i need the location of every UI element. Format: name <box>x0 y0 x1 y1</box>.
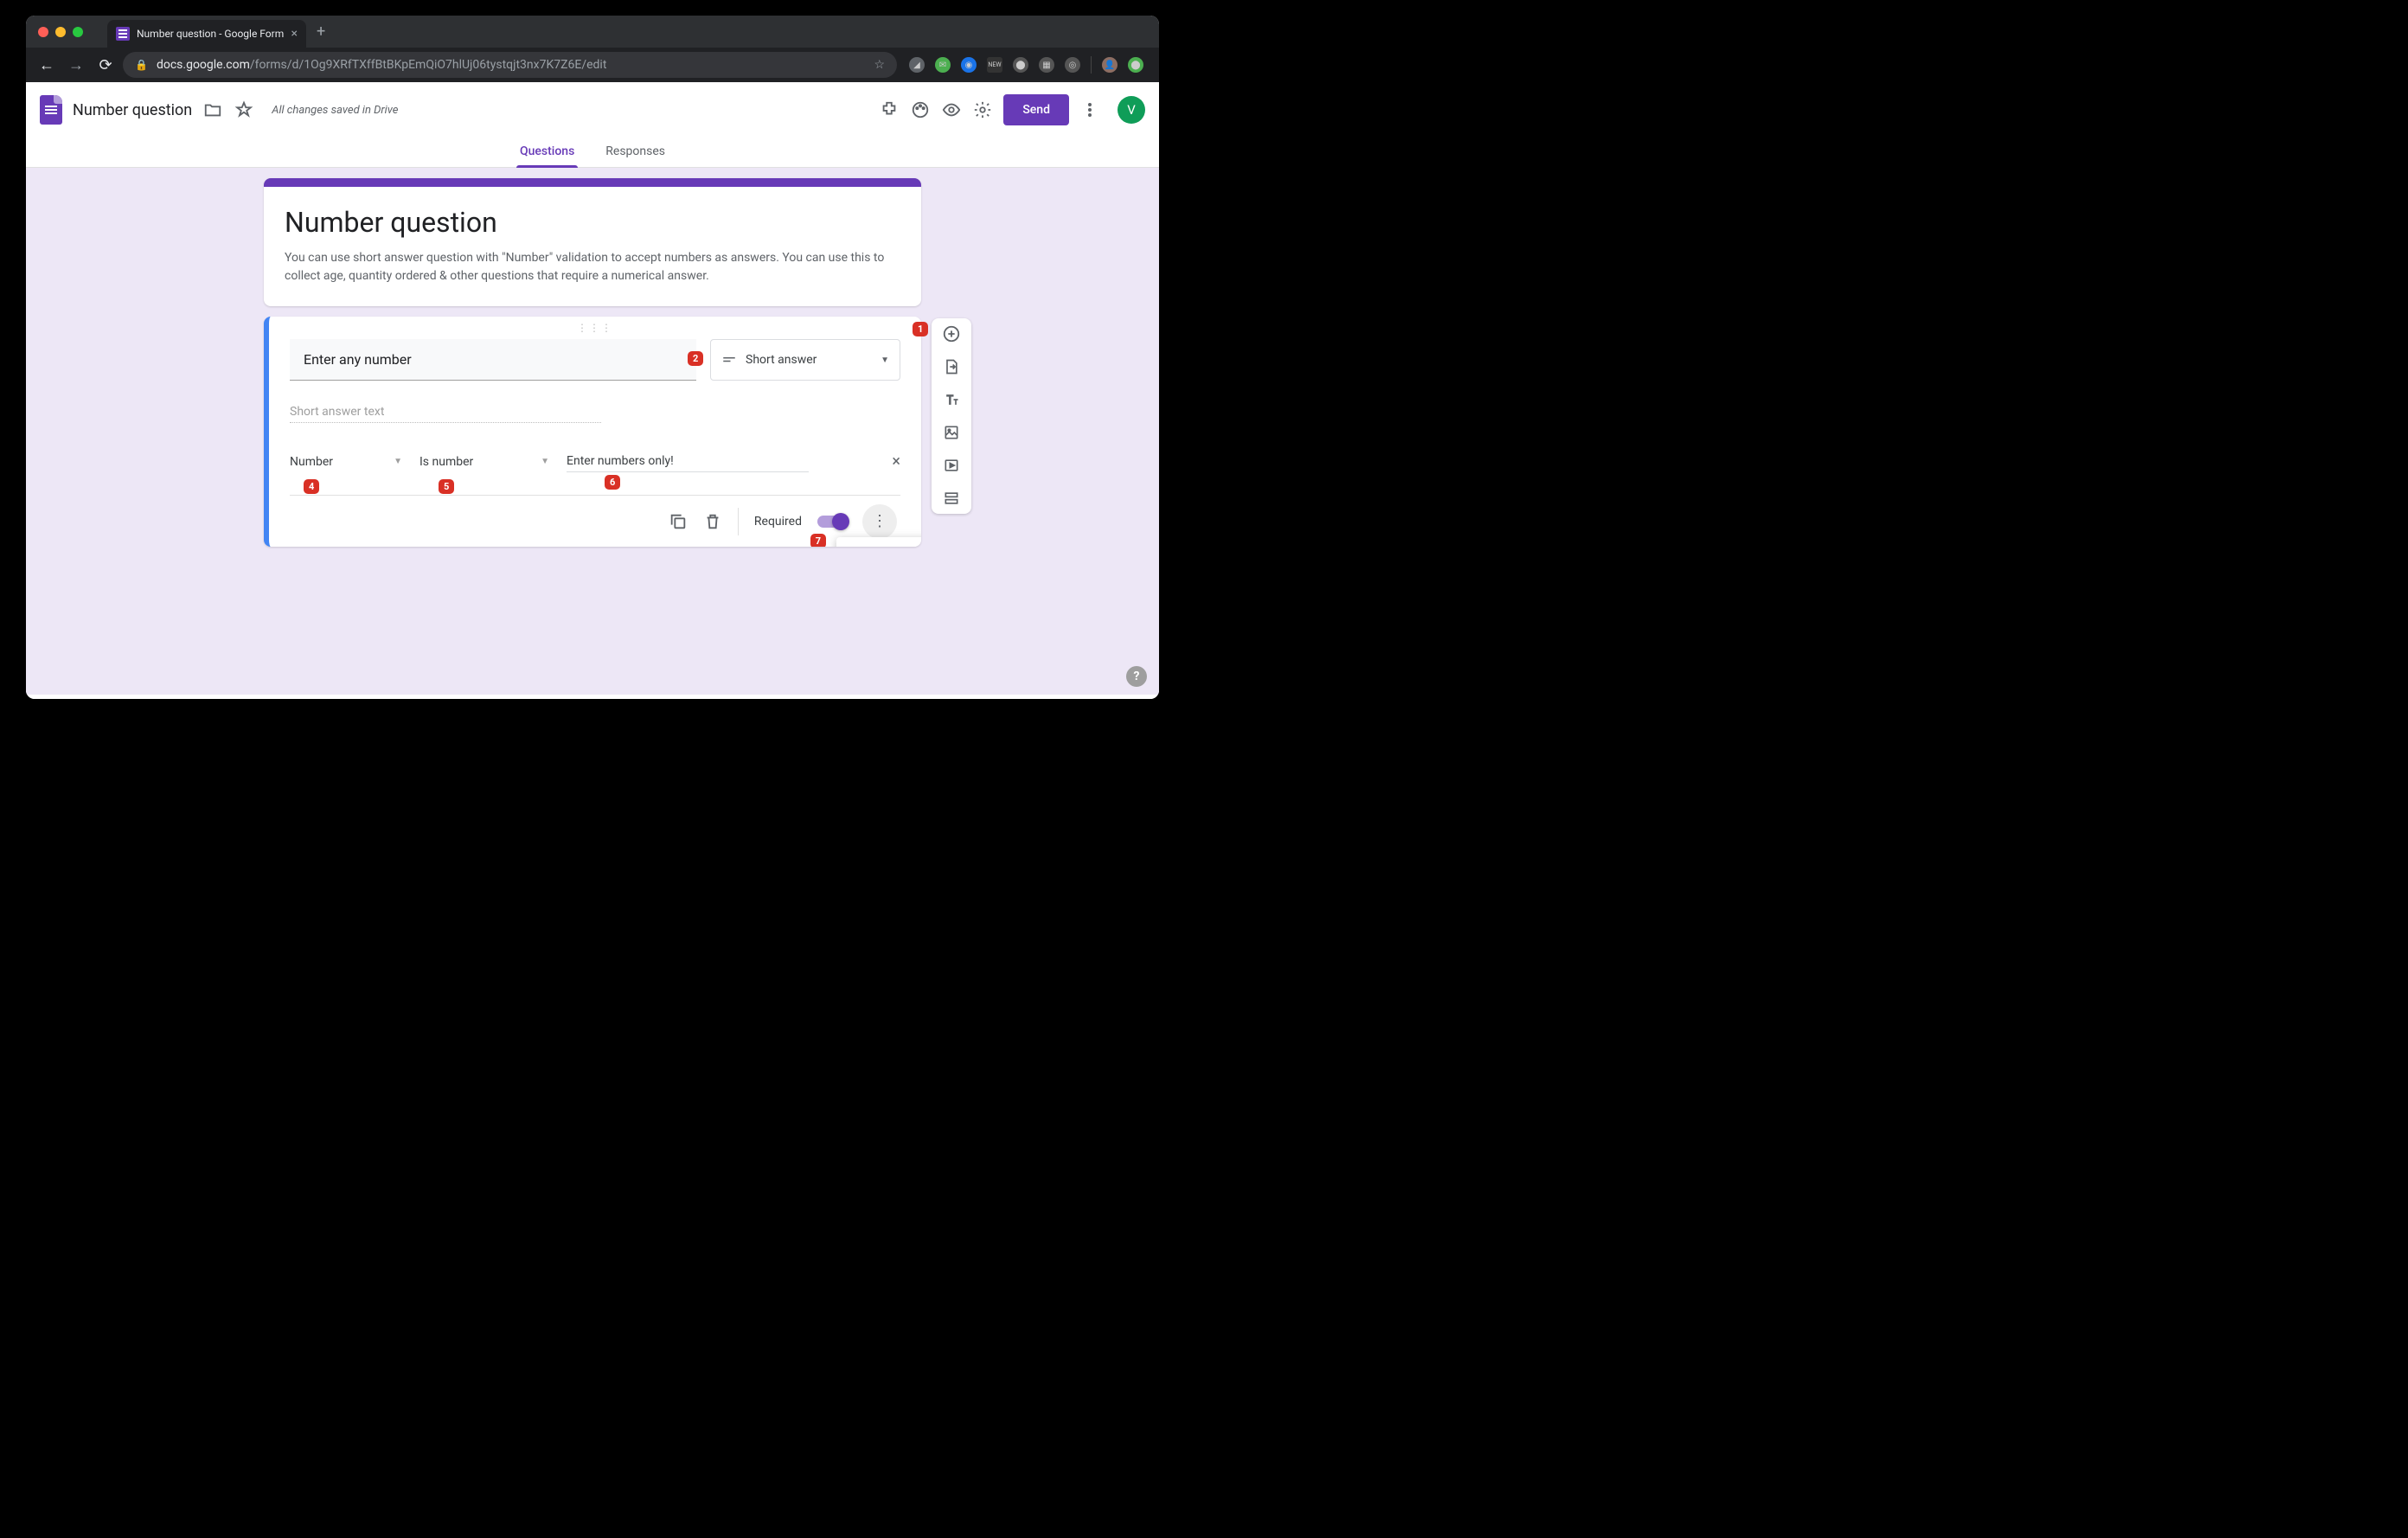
window-minimize-dot[interactable] <box>55 27 66 37</box>
extension-icon[interactable]: ▦ <box>1039 57 1054 73</box>
popup-section-header: Show <box>836 544 921 548</box>
validation-error-input[interactable] <box>567 451 809 472</box>
annotation-badge-4: 4 <box>304 479 319 494</box>
delete-trash-icon[interactable] <box>703 512 722 531</box>
window-titlebar: Number question - Google Form × + <box>26 16 1159 48</box>
add-video-icon[interactable] <box>941 455 962 476</box>
settings-gear-icon[interactable] <box>972 99 993 120</box>
extension-icon[interactable]: ◉ <box>961 57 977 73</box>
annotation-badge-2: 2 <box>688 351 703 366</box>
back-button[interactable]: ← <box>35 56 59 74</box>
form-description[interactable]: You can use short answer question with "… <box>285 249 900 285</box>
validation-rule-select[interactable]: Is number ▼ <box>419 455 549 469</box>
validation-rule-label: Is number <box>419 455 473 469</box>
side-toolbar: 1 <box>932 318 971 514</box>
question-title-input[interactable] <box>290 339 696 381</box>
forms-favicon <box>116 27 130 41</box>
form-header-card[interactable]: Number question You can use short answer… <box>264 178 921 306</box>
star-icon[interactable] <box>234 99 254 120</box>
question-more-button[interactable]: ⋮ Show Description <box>862 504 897 539</box>
question-type-label: Short answer <box>746 353 817 367</box>
profile-avatar-icon[interactable]: 👤 <box>1102 57 1118 73</box>
browser-tab[interactable]: Number question - Google Form × <box>107 20 306 48</box>
form-title-display[interactable]: Number question <box>285 206 900 239</box>
lock-icon: 🔒 <box>135 59 148 71</box>
window-maximize-dot[interactable] <box>73 27 83 37</box>
chevron-down-icon: ▼ <box>394 457 402 466</box>
url-bar: ← → ⟳ 🔒 docs.google.com/forms/d/1Og9XRfT… <box>26 48 1159 82</box>
annotation-badge-1: 1 <box>913 322 928 336</box>
form-canvas: Number question You can use short answer… <box>26 168 1159 695</box>
required-toggle[interactable] <box>817 516 847 528</box>
window-close-dot[interactable] <box>38 27 48 37</box>
help-button[interactable]: ? <box>1126 666 1147 687</box>
addons-icon[interactable] <box>879 99 900 120</box>
preview-eye-icon[interactable] <box>941 99 962 120</box>
separator <box>738 508 739 535</box>
separator <box>1091 56 1092 74</box>
send-button[interactable]: Send <box>1003 94 1069 125</box>
short-answer-icon <box>721 352 737 368</box>
drag-handle-icon[interactable]: ⋮⋮⋮ <box>290 322 900 334</box>
required-label: Required <box>754 515 802 529</box>
app-header: Number question All changes saved in Dri… <box>26 82 1159 138</box>
validation-category-label: Number <box>290 455 333 469</box>
extension-icon[interactable]: ⬤ <box>1013 57 1028 73</box>
extension-icon[interactable]: ◢ <box>909 57 925 73</box>
url-text: docs.google.com/forms/d/1Og9XRfTXffBtBKp… <box>157 58 865 72</box>
move-to-folder-icon[interactable] <box>202 99 223 120</box>
question-type-select[interactable]: Short answer ▼ <box>710 339 900 381</box>
form-title-input[interactable]: Number question <box>73 101 192 119</box>
validation-row: Number ▼ 4 Is number ▼ 5 <box>290 451 900 479</box>
google-forms-app: Number question All changes saved in Dri… <box>26 82 1159 699</box>
save-status: All changes saved in Drive <box>272 104 398 117</box>
extension-icon[interactable]: NEW <box>987 57 1002 73</box>
annotation-badge-5: 5 <box>439 479 454 494</box>
theme-palette-icon[interactable] <box>910 99 931 120</box>
new-tab-button[interactable]: + <box>317 22 325 41</box>
tab-responses[interactable]: Responses <box>602 138 669 167</box>
more-dots-icon: ⋮ <box>872 520 887 523</box>
account-avatar[interactable]: V <box>1118 96 1145 124</box>
question-header-row: 2 Short answer ▼ <box>290 339 900 381</box>
extension-icon[interactable]: ⬤ <box>1128 57 1143 73</box>
forms-logo-icon[interactable] <box>40 95 62 125</box>
answer-placeholder: Short answer text <box>290 405 601 423</box>
question-card[interactable]: ⋮⋮⋮ 2 Short answer ▼ <box>264 317 921 547</box>
omnibox[interactable]: 🔒 docs.google.com/forms/d/1Og9XRfTXffBtB… <box>123 52 897 78</box>
tab-bar: Number question - Google Form × + <box>107 16 325 48</box>
question-footer: Required ⋮ Show Description <box>290 495 900 547</box>
duplicate-icon[interactable] <box>669 512 688 531</box>
validation-category-select[interactable]: Number ▼ <box>290 455 402 469</box>
page-tabs: Questions Responses <box>26 138 1159 168</box>
extension-icon[interactable]: ◎ <box>1065 57 1080 73</box>
add-image-icon[interactable] <box>941 422 962 443</box>
question-options-popup: Show Description Response validatio <box>836 537 921 548</box>
add-title-icon[interactable] <box>941 389 962 410</box>
import-questions-icon[interactable] <box>941 356 962 377</box>
chevron-down-icon: ▼ <box>541 457 549 466</box>
form-column: Number question You can use short answer… <box>264 178 921 547</box>
annotation-badge-6: 6 <box>605 475 620 490</box>
more-menu-icon[interactable] <box>1079 99 1100 120</box>
tab-questions[interactable]: Questions <box>516 138 578 167</box>
add-question-icon[interactable] <box>941 324 962 344</box>
extension-icon[interactable]: ✉ <box>935 57 951 73</box>
forward-button[interactable]: → <box>64 56 88 74</box>
chevron-down-icon: ▼ <box>881 356 889 365</box>
extension-icons: ◢ ✉ ◉ NEW ⬤ ▦ ◎ 👤 ⬤ <box>902 56 1150 74</box>
remove-validation-icon[interactable]: × <box>892 452 900 471</box>
add-section-icon[interactable] <box>941 488 962 509</box>
reload-button[interactable]: ⟳ <box>93 56 118 74</box>
tab-title: Number question - Google Form <box>137 28 285 40</box>
browser-window: Number question - Google Form × + ← → ⟳ … <box>26 16 1159 699</box>
bookmark-star-icon[interactable]: ☆ <box>874 58 885 72</box>
tab-close-icon[interactable]: × <box>291 27 298 41</box>
annotation-badge-7: 7 <box>810 534 826 547</box>
